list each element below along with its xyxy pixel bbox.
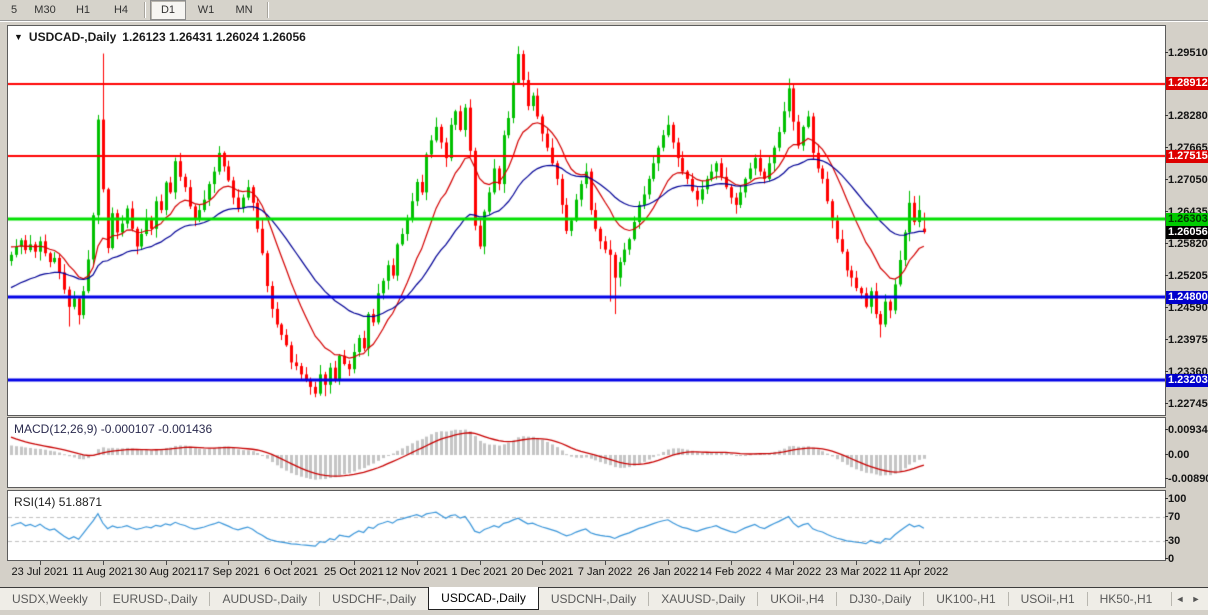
time-axis-tick xyxy=(166,561,167,565)
timeframe-button-mn[interactable]: MN xyxy=(226,0,262,20)
price-axis-tick: 1.25205 xyxy=(1168,270,1208,282)
main-chart-panel: ▼ USDCAD-,Daily 1.26123 1.26431 1.26024 … xyxy=(7,25,1166,416)
chart-tabbar: USDX,WeeklyEURUSD-,DailyAUDUSD-,DailyUSD… xyxy=(0,587,1208,610)
price-axis[interactable]: 1.295101.282801.276651.270501.264351.258… xyxy=(1166,0,1208,615)
timeframe-button-w1[interactable]: W1 xyxy=(188,0,224,20)
time-axis-tick xyxy=(605,561,606,565)
time-axis-tick xyxy=(417,561,418,565)
window-bottom-edge xyxy=(0,610,1208,615)
time-axis-tick xyxy=(103,561,104,565)
tab-dj30-daily[interactable]: DJ30-,Daily xyxy=(837,588,923,610)
date-label: 25 Oct 2021 xyxy=(324,566,384,578)
time-axis-tick xyxy=(354,561,355,565)
date-label: 23 Jul 2021 xyxy=(12,566,69,578)
tab-uk100-h1[interactable]: UK100-,H1 xyxy=(924,588,1007,610)
price-axis-tick: 1.27050 xyxy=(1168,174,1208,186)
tab-scroll-right-icon[interactable]: ► xyxy=(1188,591,1204,607)
rsi-canvas[interactable] xyxy=(8,491,1165,560)
price-axis-tick: 1.25820 xyxy=(1168,238,1208,250)
date-label: 20 Dec 2021 xyxy=(511,566,573,578)
date-label: 17 Sep 2021 xyxy=(197,566,259,578)
time-axis-tick xyxy=(542,561,543,565)
chart-title: ▼ USDCAD-,Daily 1.26123 1.26431 1.26024 … xyxy=(14,30,306,44)
chart-symbol-label: USDCAD-,Daily xyxy=(29,30,116,44)
macd-axis-tick: 0.009345 xyxy=(1168,424,1208,436)
chart-ohlc-values: 1.26123 1.26431 1.26024 1.26056 xyxy=(122,30,306,44)
date-label: 30 Aug 2021 xyxy=(135,566,197,578)
level-price-badge: 1.23203 xyxy=(1166,374,1208,387)
date-label: 4 Mar 2022 xyxy=(766,566,822,578)
level-price-badge: 1.28912 xyxy=(1166,77,1208,90)
price-axis-tick: 1.28280 xyxy=(1168,110,1208,122)
tab-usdx-weekly[interactable]: USDX,Weekly xyxy=(0,588,100,610)
rsi-panel: RSI(14) 51.8871 xyxy=(7,490,1166,561)
price-axis-tick: 1.23975 xyxy=(1168,334,1208,346)
rsi-axis-tick: 70 xyxy=(1168,511,1180,523)
tab-scroll-left-icon[interactable]: ◄ xyxy=(1172,591,1188,607)
price-axis-tick: 1.29510 xyxy=(1168,47,1208,59)
time-axis-tick xyxy=(291,561,292,565)
tab-usoil-h1[interactable]: USOil-,H1 xyxy=(1009,588,1087,610)
level-price-badge: 1.24800 xyxy=(1166,291,1208,304)
time-axis-tick xyxy=(731,561,732,565)
rsi-label: RSI(14) 51.8871 xyxy=(14,495,102,509)
tab-audusd-daily[interactable]: AUDUSD-,Daily xyxy=(210,588,319,610)
toolbar-separator xyxy=(267,2,268,18)
macd-axis-tick: -0.008902 xyxy=(1168,473,1208,485)
timeframe-button-h4[interactable]: H4 xyxy=(103,0,139,20)
tab-usdchf-daily[interactable]: USDCHF-,Daily xyxy=(320,588,428,610)
macd-panel: MACD(12,26,9) -0.000107 -0.001436 xyxy=(7,417,1166,488)
date-label: 11 Apr 2022 xyxy=(890,566,949,578)
timeframe-button-m30[interactable]: M30 xyxy=(27,0,63,20)
tab-ukoil-h4[interactable]: UKOil-,H4 xyxy=(758,588,836,610)
tab-scroll-controls: ◄ ► xyxy=(1171,588,1208,610)
date-label: 14 Feb 2022 xyxy=(700,566,762,578)
tab-usdcnh-daily[interactable]: USDCNH-,Daily xyxy=(539,588,648,610)
time-axis-tick xyxy=(668,561,669,565)
time-axis-tick xyxy=(919,561,920,565)
tab-hk50-h1[interactable]: HK50-,H1 xyxy=(1088,588,1165,610)
date-label: 7 Jan 2022 xyxy=(578,566,632,578)
timeframe-toolbar: 5M30H1H4 D1W1MN xyxy=(0,0,1208,21)
level-price-badge: 1.26303 xyxy=(1166,213,1208,226)
macd-axis-tick: 0.00 xyxy=(1168,449,1189,461)
timeframe-button-d1[interactable]: D1 xyxy=(150,0,186,20)
terminal-window: 5M30H1H4 D1W1MN ▼ USDCAD-,Daily 1.26123 1… xyxy=(0,0,1208,615)
date-label: 1 Dec 2021 xyxy=(451,566,507,578)
time-axis-tick xyxy=(228,561,229,565)
timeframe-button-h1[interactable]: H1 xyxy=(65,0,101,20)
time-axis-tick xyxy=(856,561,857,565)
date-label: 23 Mar 2022 xyxy=(825,566,887,578)
macd-label: MACD(12,26,9) -0.000107 -0.001436 xyxy=(14,422,212,436)
date-label: 12 Nov 2021 xyxy=(386,566,448,578)
time-axis-tick xyxy=(793,561,794,565)
price-axis-tick: 1.24590 xyxy=(1168,302,1208,314)
current-price-badge: 1.26056 xyxy=(1166,226,1208,239)
price-axis-tick: 1.22745 xyxy=(1168,398,1208,410)
time-axis-tick xyxy=(480,561,481,565)
timeframe-button-5[interactable]: 5 xyxy=(3,0,25,20)
toolbar-separator xyxy=(144,2,145,18)
date-label: 26 Jan 2022 xyxy=(638,566,699,578)
price-chart-canvas[interactable] xyxy=(8,26,1165,415)
rsi-axis-tick: 100 xyxy=(1168,493,1186,505)
level-price-badge: 1.27515 xyxy=(1166,150,1208,163)
rsi-axis-tick: 30 xyxy=(1168,535,1180,547)
tab-usdcad-daily[interactable]: USDCAD-,Daily xyxy=(428,587,539,610)
date-label: 6 Oct 2021 xyxy=(264,566,318,578)
date-label: 11 Aug 2021 xyxy=(72,566,133,578)
tab-eurusd-daily[interactable]: EURUSD-,Daily xyxy=(101,588,210,610)
rsi-axis-tick: 0 xyxy=(1168,553,1174,565)
tab-xauusd-daily[interactable]: XAUUSD-,Daily xyxy=(649,588,757,610)
time-axis-tick xyxy=(40,561,41,565)
chart-collapse-icon[interactable]: ▼ xyxy=(14,32,23,42)
